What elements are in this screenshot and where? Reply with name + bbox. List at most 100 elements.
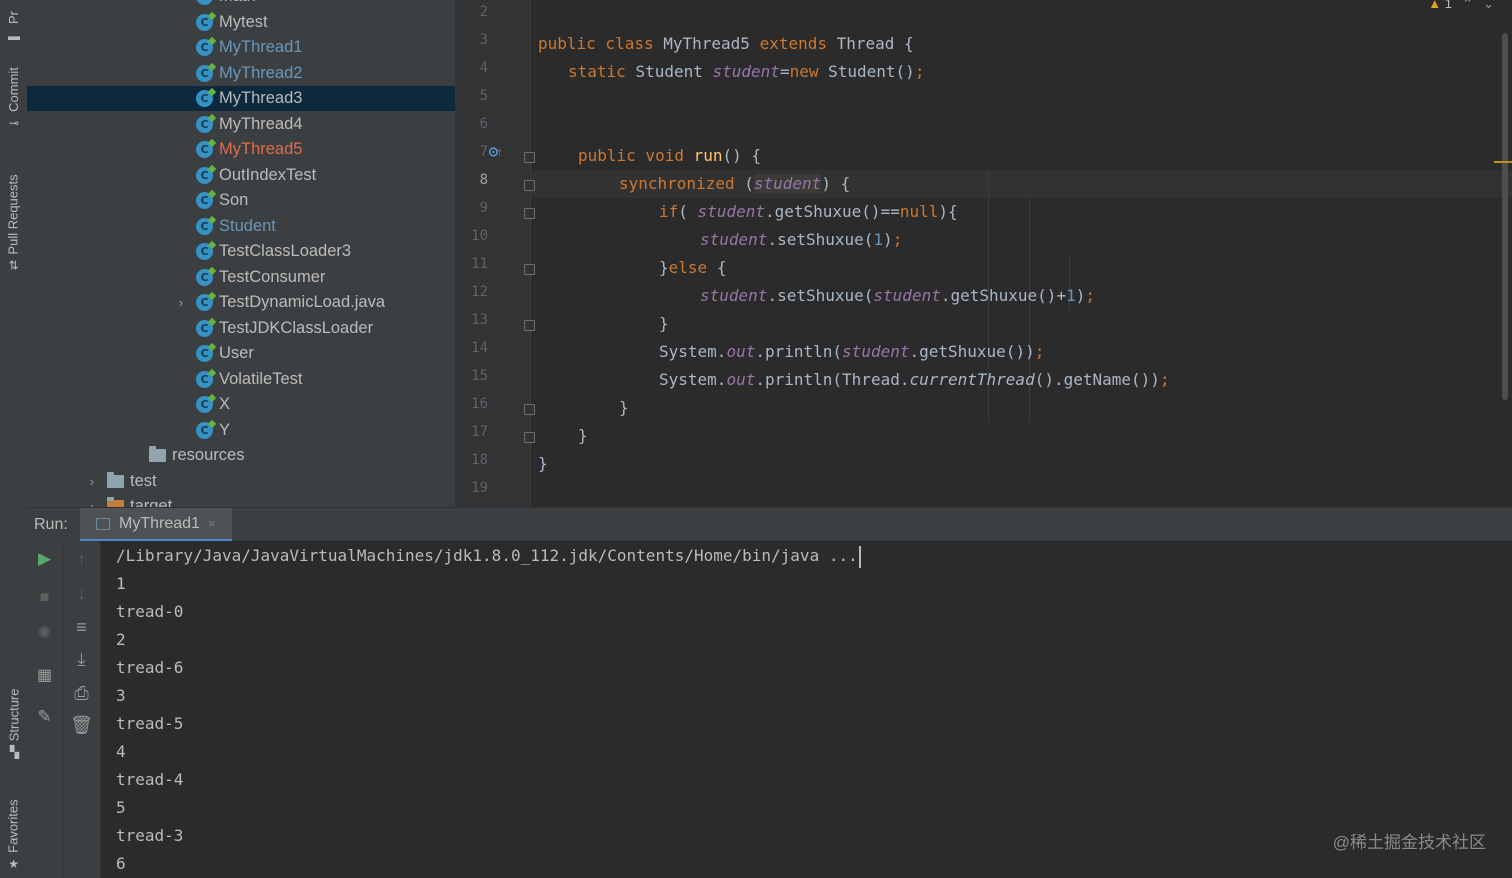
warning-indicator[interactable]: ▲ 1 [1428, 0, 1452, 11]
close-icon[interactable]: × [208, 516, 216, 531]
fold-marker-icon[interactable] [524, 208, 535, 219]
tree-item-resources[interactable]: resources [27, 443, 455, 468]
debug-icon[interactable]: ✺ [27, 623, 62, 643]
tree-item-label: target [130, 497, 173, 507]
run-icon[interactable]: ▶ [27, 549, 62, 569]
tree-item-mythread2[interactable]: C MyThread2 [27, 61, 455, 86]
code-line-3: public class MyThread5 extends Thread { [538, 34, 914, 53]
line-number: 17 [471, 424, 488, 440]
tree-item-target[interactable]: › target [27, 494, 455, 507]
soft-wrap-icon[interactable]: ≡ [63, 617, 100, 638]
fold-marker-icon[interactable] [524, 180, 535, 191]
indent-guide [1069, 254, 1070, 282]
layout-icon[interactable]: ▦ [27, 665, 62, 685]
java-class-icon: C [196, 166, 213, 184]
scroll-to-end-icon[interactable]: ⤓ [63, 649, 100, 670]
commit-icon: ⊸ [8, 115, 19, 130]
tree-item-mythread1[interactable]: C MyThread1 [27, 35, 455, 60]
tree-item-student[interactable]: C Student [27, 214, 455, 239]
line-number: 15 [471, 368, 488, 384]
fold-marker-icon[interactable] [524, 152, 535, 163]
structure-tool-tab[interactable]: ▚ Structure [0, 675, 27, 770]
tree-item-testjdkclassloader[interactable]: C TestJDKClassLoader [27, 316, 455, 341]
code-line-11: }else { [659, 258, 727, 277]
folder-icon: ▬ [7, 28, 20, 43]
tree-item-user[interactable]: C User [27, 341, 455, 366]
tree-item-outindextest[interactable]: C OutIndexTest [27, 163, 455, 188]
override-method-icon[interactable]: ⊙↑ [488, 144, 503, 160]
code-line-13: } [659, 314, 669, 333]
favorites-tool-tab[interactable]: ★ Favorites [0, 790, 27, 878]
code-line-8: synchronized (student) { [619, 174, 851, 193]
problem-navigation[interactable]: ⌃⌄ [1462, 0, 1504, 12]
folder-icon [107, 471, 124, 488]
tree-item-son[interactable]: C Son [27, 188, 455, 213]
tree-item-x[interactable]: CX [27, 392, 455, 417]
chevron-up-icon[interactable]: ⌃ [1462, 0, 1483, 11]
pull-requests-tool-tab[interactable]: ⇅ Pull Requests [0, 160, 27, 285]
chevron-right-icon[interactable]: › [85, 499, 99, 507]
chevron-right-icon[interactable]: › [174, 295, 188, 310]
stop-icon[interactable]: ■ [27, 589, 62, 607]
java-class-icon: C [196, 421, 213, 439]
console-line: 4 [116, 742, 126, 761]
line-number: 6 [479, 116, 488, 132]
up-arrow-icon[interactable]: ↑ [63, 549, 100, 570]
tree-item-mythread3[interactable]: C MyThread3 [27, 86, 455, 111]
print-icon[interactable]: ⎙ [63, 683, 100, 704]
code-line-18: } [538, 454, 548, 473]
tree-item-label: TestConsumer [219, 267, 326, 286]
editor-scrollbar[interactable] [1502, 33, 1508, 400]
tool-window-strip: ▬ Pr ⊸ Commit ⇅ Pull Requests ▚ Structur… [0, 0, 28, 878]
commit-tool-tab[interactable]: ⊸ Commit [0, 55, 27, 140]
java-class-icon: C [196, 268, 213, 286]
pin-icon[interactable]: ✎ [27, 707, 62, 727]
fold-marker-icon[interactable] [524, 320, 535, 331]
tree-item-label: X [219, 395, 231, 413]
tree-item-label: MyThread1 [219, 38, 303, 56]
tree-item-label: Son [219, 191, 249, 209]
console-output[interactable]: /Library/Java/JavaVirtualMachines/jdk1.8… [101, 541, 1512, 878]
console-line: 2 [116, 630, 126, 649]
tree-item-mythread4[interactable]: C MyThread4 [27, 112, 455, 137]
console-line: tread-6 [116, 658, 184, 677]
fold-marker-icon[interactable] [524, 404, 535, 415]
tree-item-test[interactable]: › test [27, 469, 455, 494]
tree-item-testconsumer[interactable]: C TestConsumer [27, 265, 455, 290]
tree-item-label: MyThread5 [219, 140, 303, 158]
console-line: 5 [116, 798, 126, 817]
java-class-icon: C [196, 370, 213, 388]
tree-item-mythread5[interactable]: C MyThread5 [27, 137, 455, 162]
folder-icon [149, 446, 166, 462]
code-line-4: static Student student=new Student(); [568, 62, 925, 81]
run-tab-mythread1[interactable]: MyThread1 × [80, 508, 232, 542]
fold-marker-icon[interactable] [524, 264, 535, 275]
console-command-line: /Library/Java/JavaVirtualMachines/jdk1.8… [116, 542, 861, 570]
run-label: Run: [34, 516, 68, 533]
line-number: 9 [479, 200, 488, 216]
tree-item-label: Y [219, 420, 231, 439]
project-tool-tab[interactable]: ▬ Pr [0, 0, 27, 43]
chevron-right-icon[interactable]: › [85, 474, 99, 489]
tree-item-mytest[interactable]: C Mytest [27, 10, 455, 35]
fold-marker-icon[interactable] [524, 432, 535, 443]
console-line: tread-5 [116, 714, 184, 733]
code-line-9: if( student.getShuxue()==null){ [659, 202, 958, 221]
trash-icon[interactable]: 🗑 [63, 715, 100, 736]
tree-item-testclassloader3[interactable]: C TestClassLoader3 [27, 239, 455, 264]
chevron-down-icon[interactable]: ⌄ [1483, 0, 1504, 11]
down-arrow-icon[interactable]: ↓ [63, 583, 100, 604]
line-number: 5 [479, 88, 488, 104]
tree-item-y[interactable]: CY [27, 418, 455, 443]
code-editor[interactable]: 2 3 4 5 6 7 8 9 10 11 12 13 14 15 16 17 18 19 ⊙↑ public cl… [455, 0, 1512, 507]
tree-item-volatiletest[interactable]: C VolatileTest [27, 367, 455, 392]
java-class-icon: C [196, 141, 213, 158]
run-toolbar-primary: ▶ ■ ✺ ▦ ✎ [27, 541, 63, 878]
tree-item-math[interactable]: C Math [27, 0, 455, 9]
error-stripe-marker[interactable] [1494, 161, 1512, 163]
code-line-10: student.setShuxue(1); [700, 230, 903, 249]
tree-item-label: VolatileTest [219, 369, 303, 388]
tree-item-testdynamicload-java[interactable]: › C TestDynamicLoad.java [27, 290, 455, 315]
java-class-icon: C [196, 115, 213, 133]
tree-item-label: resources [172, 446, 245, 464]
